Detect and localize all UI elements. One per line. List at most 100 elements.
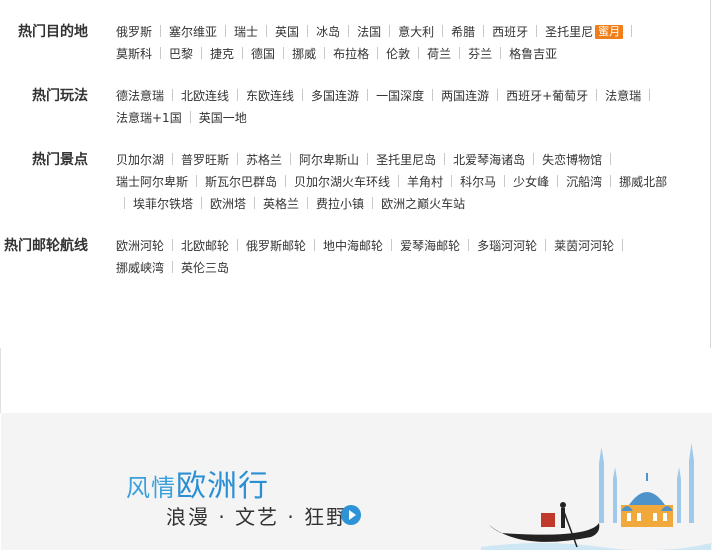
destination-link[interactable]: 瑞士 (234, 21, 258, 43)
destination-link[interactable]: 多瑙河河轮 (477, 235, 537, 257)
separator (201, 197, 203, 209)
destination-link[interactable]: 挪威 (292, 43, 316, 65)
destination-link[interactable]: 伦敦 (386, 43, 410, 65)
separator (432, 89, 434, 101)
link-label: 莱茵河河轮 (554, 239, 615, 253)
destination-link[interactable]: 科尔马 (460, 171, 496, 193)
link-label: 布拉格 (333, 47, 370, 61)
destination-link[interactable]: 贝加尔湖火车环线 (294, 171, 390, 193)
destination-link[interactable]: 英格兰 (263, 193, 299, 215)
link-label: 斯瓦尔巴群岛 (205, 175, 278, 189)
destination-link[interactable]: 斯瓦尔巴群岛 (205, 171, 277, 193)
destination-link[interactable]: 挪威峡湾 (116, 257, 164, 279)
destination-link[interactable]: 普罗旺斯 (181, 149, 229, 171)
destination-link[interactable]: 埃菲尔铁塔 (133, 193, 193, 215)
destination-link[interactable]: 英伦三岛 (181, 257, 229, 279)
separator (201, 47, 203, 59)
destination-link[interactable]: 东欧连线 (246, 85, 294, 107)
destination-link[interactable]: 西班牙 (492, 21, 528, 43)
destination-link[interactable]: 俄罗斯邮轮 (246, 235, 306, 257)
destination-link[interactable]: 瑞士阿尔卑斯 (116, 171, 188, 193)
separator (172, 89, 174, 101)
link-label: 意大利 (398, 25, 435, 39)
separator (237, 239, 239, 251)
separator (367, 153, 369, 165)
link-label: 圣托里尼 (545, 25, 594, 39)
destination-link[interactable]: 塞尔维亚 (169, 21, 217, 43)
destination-link[interactable]: 法意瑞 (605, 85, 641, 107)
destination-link[interactable]: 法意瑞+1国 (116, 107, 182, 129)
link-list: 贝加尔湖 普罗旺斯 苏格兰 阿尔卑斯山 圣托里尼岛 北爱琴海诸岛 失恋博物馆瑞士阿尔卑斯 斯瓦… (116, 149, 676, 215)
destination-link[interactable]: 羊角村 (407, 171, 443, 193)
destination-link[interactable]: 法国 (357, 21, 381, 43)
destination-link[interactable]: 多国连游 (311, 85, 359, 107)
destination-link[interactable]: 少女峰 (513, 171, 549, 193)
link-label: 多国连游 (311, 89, 360, 103)
separator (631, 25, 633, 37)
separator (254, 197, 256, 209)
destination-link[interactable]: 荷兰 (427, 43, 451, 65)
link-label: 费拉小镇 (316, 197, 365, 211)
link-label: 沉船湾 (566, 175, 603, 189)
destination-link[interactable]: 阿尔卑斯山 (299, 149, 359, 171)
destination-link[interactable]: 莫斯科 (116, 43, 152, 65)
link-label: 贝加尔湖火车环线 (294, 175, 391, 189)
destination-link[interactable]: 捷克 (210, 43, 234, 65)
separator (649, 89, 651, 101)
destination-link[interactable]: 北欧连线 (181, 85, 229, 107)
link-label: 挪威北部 (619, 175, 668, 189)
destination-link[interactable]: 苏格兰 (246, 149, 282, 171)
destination-link[interactable]: 两国连游 (441, 85, 489, 107)
destination-link[interactable]: 欧洲河轮 (116, 235, 164, 257)
destination-link[interactable]: 西班牙+葡萄牙 (506, 85, 588, 107)
destination-link[interactable]: 德法意瑞 (116, 85, 164, 107)
link-list: 欧洲河轮 北欧邮轮 俄罗斯邮轮 地中海邮轮 爱琴海邮轮 多瑙河河轮 莱茵河河轮挪威峡湾 英伦三… (116, 235, 676, 279)
link-label: 英国一地 (198, 111, 247, 125)
separator (451, 175, 453, 187)
destination-link[interactable]: 失恋博物馆 (542, 149, 602, 171)
link-label: 挪威 (292, 47, 317, 61)
separator (160, 47, 162, 59)
link-label: 挪威峡湾 (116, 261, 165, 275)
destination-link[interactable]: 英国一地 (199, 107, 247, 129)
destination-link[interactable]: 北欧邮轮 (181, 235, 229, 257)
separator (398, 175, 400, 187)
destination-link[interactable]: 冰岛 (316, 21, 340, 43)
separator (285, 175, 287, 187)
destination-link[interactable]: 圣托里尼 蜜月 (545, 21, 624, 43)
destination-link[interactable]: 德国 (251, 43, 275, 65)
destination-link[interactable]: 希腊 (451, 21, 475, 43)
link-label: 少女峰 (513, 175, 550, 189)
destination-link[interactable]: 布拉格 (333, 43, 369, 65)
link-label: 格鲁吉亚 (509, 47, 558, 61)
destination-link[interactable]: 一国深度 (376, 85, 424, 107)
separator (237, 153, 239, 165)
link-label: 科尔马 (460, 175, 497, 189)
destination-link[interactable]: 地中海邮轮 (323, 235, 383, 257)
play-icon[interactable] (341, 505, 361, 525)
destination-link[interactable]: 格鲁吉亚 (509, 43, 557, 65)
destination-link[interactable]: 俄罗斯 (116, 21, 152, 43)
europe-travel-banner[interactable]: 风情欧洲行 浪漫 · 文艺 · 狂野 (1, 413, 712, 550)
destination-link[interactable]: 巴黎 (169, 43, 193, 65)
destination-link[interactable]: 挪威北部 (619, 171, 667, 193)
destination-link[interactable]: 爱琴海邮轮 (400, 235, 460, 257)
destination-link[interactable]: 欧洲之巅火车站 (381, 193, 465, 215)
destination-link[interactable]: 莱茵河河轮 (554, 235, 614, 257)
destination-link[interactable]: 欧洲塔 (210, 193, 246, 215)
separator (290, 153, 292, 165)
link-label: 西班牙 (492, 25, 529, 39)
link-label: 多瑙河河轮 (477, 239, 538, 253)
destination-link[interactable]: 北爱琴海诸岛 (453, 149, 525, 171)
destination-link[interactable]: 费拉小镇 (316, 193, 364, 215)
separator (533, 153, 535, 165)
destination-link[interactable]: 圣托里尼岛 (376, 149, 436, 171)
destination-link[interactable]: 意大利 (398, 21, 434, 43)
destination-link[interactable]: 沉船湾 (566, 171, 602, 193)
separator (172, 239, 174, 251)
separator (500, 47, 502, 59)
destination-link[interactable]: 英国 (275, 21, 299, 43)
destination-link[interactable]: 芬兰 (468, 43, 492, 65)
destination-link[interactable]: 贝加尔湖 (116, 149, 164, 171)
separator (557, 175, 559, 187)
